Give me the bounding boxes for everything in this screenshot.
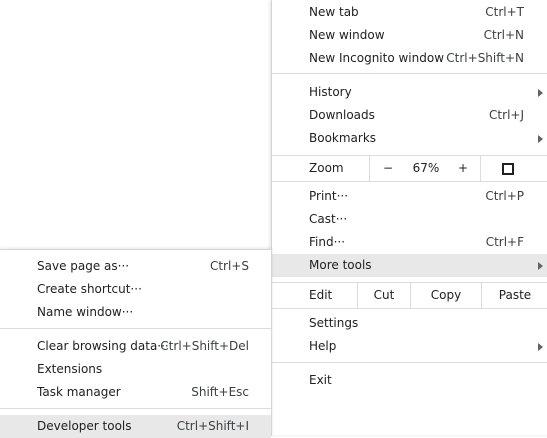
menu-item-label: Clear browsing data··· [37,339,169,353]
menu-item-save-page-as[interactable]: Save page as··· Ctrl+S [0,255,271,278]
menu-separator [272,362,547,363]
menu-item-shortcut: Ctrl+F [485,235,524,249]
zoom-level: 67% [412,161,440,175]
menu-item-label: New Incognito window [309,51,445,65]
menu-item-find[interactable]: Find··· Ctrl+F [272,231,547,254]
submenu-arrow-icon [538,262,543,270]
submenu-arrow-icon [538,343,543,351]
menu-item-label: Task manager [37,385,121,399]
zoom-out-button[interactable]: − [370,156,406,181]
menu-item-label: Extensions [37,362,103,376]
menu-item-print[interactable]: Print··· Ctrl+P [272,185,547,208]
menu-item-history[interactable]: History [272,81,547,104]
submenu-arrow-icon [538,89,543,97]
plus-icon: + [457,161,469,175]
menu-item-shortcut: Ctrl+P [485,189,524,203]
menu-item-create-shortcut[interactable]: Create shortcut··· [0,278,271,301]
menu-item-shortcut: Ctrl+N [483,28,524,42]
paste-button[interactable]: Paste [482,283,547,308]
menu-item-label: More tools [309,258,372,272]
menu-item-task-manager[interactable]: Task manager Shift+Esc [0,381,271,404]
menu-item-cast[interactable]: Cast··· [272,208,547,231]
menu-item-label: New window [309,28,385,42]
menu-item-new-window[interactable]: New window Ctrl+N [272,24,547,47]
menu-item-shortcut: Ctrl+J [489,108,524,122]
menu-separator [0,328,271,329]
menu-item-settings[interactable]: Settings [272,312,547,335]
zoom-in-button[interactable]: + [446,156,480,181]
menu-item-shortcut: Ctrl+Shift+Del [160,339,249,353]
more-tools-submenu: Save page as··· Ctrl+S Create shortcut··… [0,249,272,438]
edit-label: Edit [309,288,333,302]
edit-row: Edit Cut Copy Paste [272,282,547,309]
menu-item-downloads[interactable]: Downloads Ctrl+J [272,104,547,127]
menu-item-bookmarks[interactable]: Bookmarks [272,127,547,150]
menu-item-extensions[interactable]: Extensions [0,358,271,381]
menu-item-label: Bookmarks [309,131,377,145]
menu-item-label: Cast··· [309,212,348,226]
zoom-row: Zoom − 67% + [272,155,547,182]
menu-item-label: New tab [309,5,359,19]
menu-item-label: Exit [309,373,332,387]
menu-item-name-window[interactable]: Name window··· [0,301,271,324]
menu-item-label: Print··· [309,189,349,203]
menu-separator [0,408,271,409]
menu-item-help[interactable]: Help [272,335,547,358]
menu-item-exit[interactable]: Exit [272,369,547,392]
menu-item-new-incognito-window[interactable]: New Incognito window Ctrl+Shift+N [272,47,547,70]
menu-item-new-tab[interactable]: New tab Ctrl+T [272,1,547,24]
zoom-label: Zoom [309,161,344,175]
menu-item-shortcut: Ctrl+S [209,259,249,273]
menu-item-shortcut: Ctrl+Shift+N [446,51,524,65]
submenu-arrow-icon [538,135,543,143]
chrome-main-menu: New tab Ctrl+T New window Ctrl+N New Inc… [271,0,547,435]
menu-item-label: Find··· [309,235,346,249]
menu-item-shortcut: Ctrl+T [485,5,524,19]
menu-item-clear-browsing-data[interactable]: Clear browsing data··· Ctrl+Shift+Del [0,335,271,358]
menu-item-label: Name window··· [37,305,134,319]
menu-item-label: Save page as··· [37,259,130,273]
fullscreen-button[interactable] [481,156,547,181]
menu-item-shortcut: Shift+Esc [191,385,249,399]
fullscreen-icon [502,163,514,175]
menu-separator [272,73,547,74]
menu-item-label: Downloads [309,108,375,122]
menu-item-label: Create shortcut··· [37,282,142,296]
minus-icon: − [382,161,394,175]
menu-item-more-tools[interactable]: More tools [272,254,547,277]
menu-item-label: Settings [309,316,359,330]
menu-item-label: Help [309,339,337,353]
menu-item-label: History [309,85,352,99]
cut-button[interactable]: Cut [358,283,410,308]
copy-button[interactable]: Copy [411,283,481,308]
